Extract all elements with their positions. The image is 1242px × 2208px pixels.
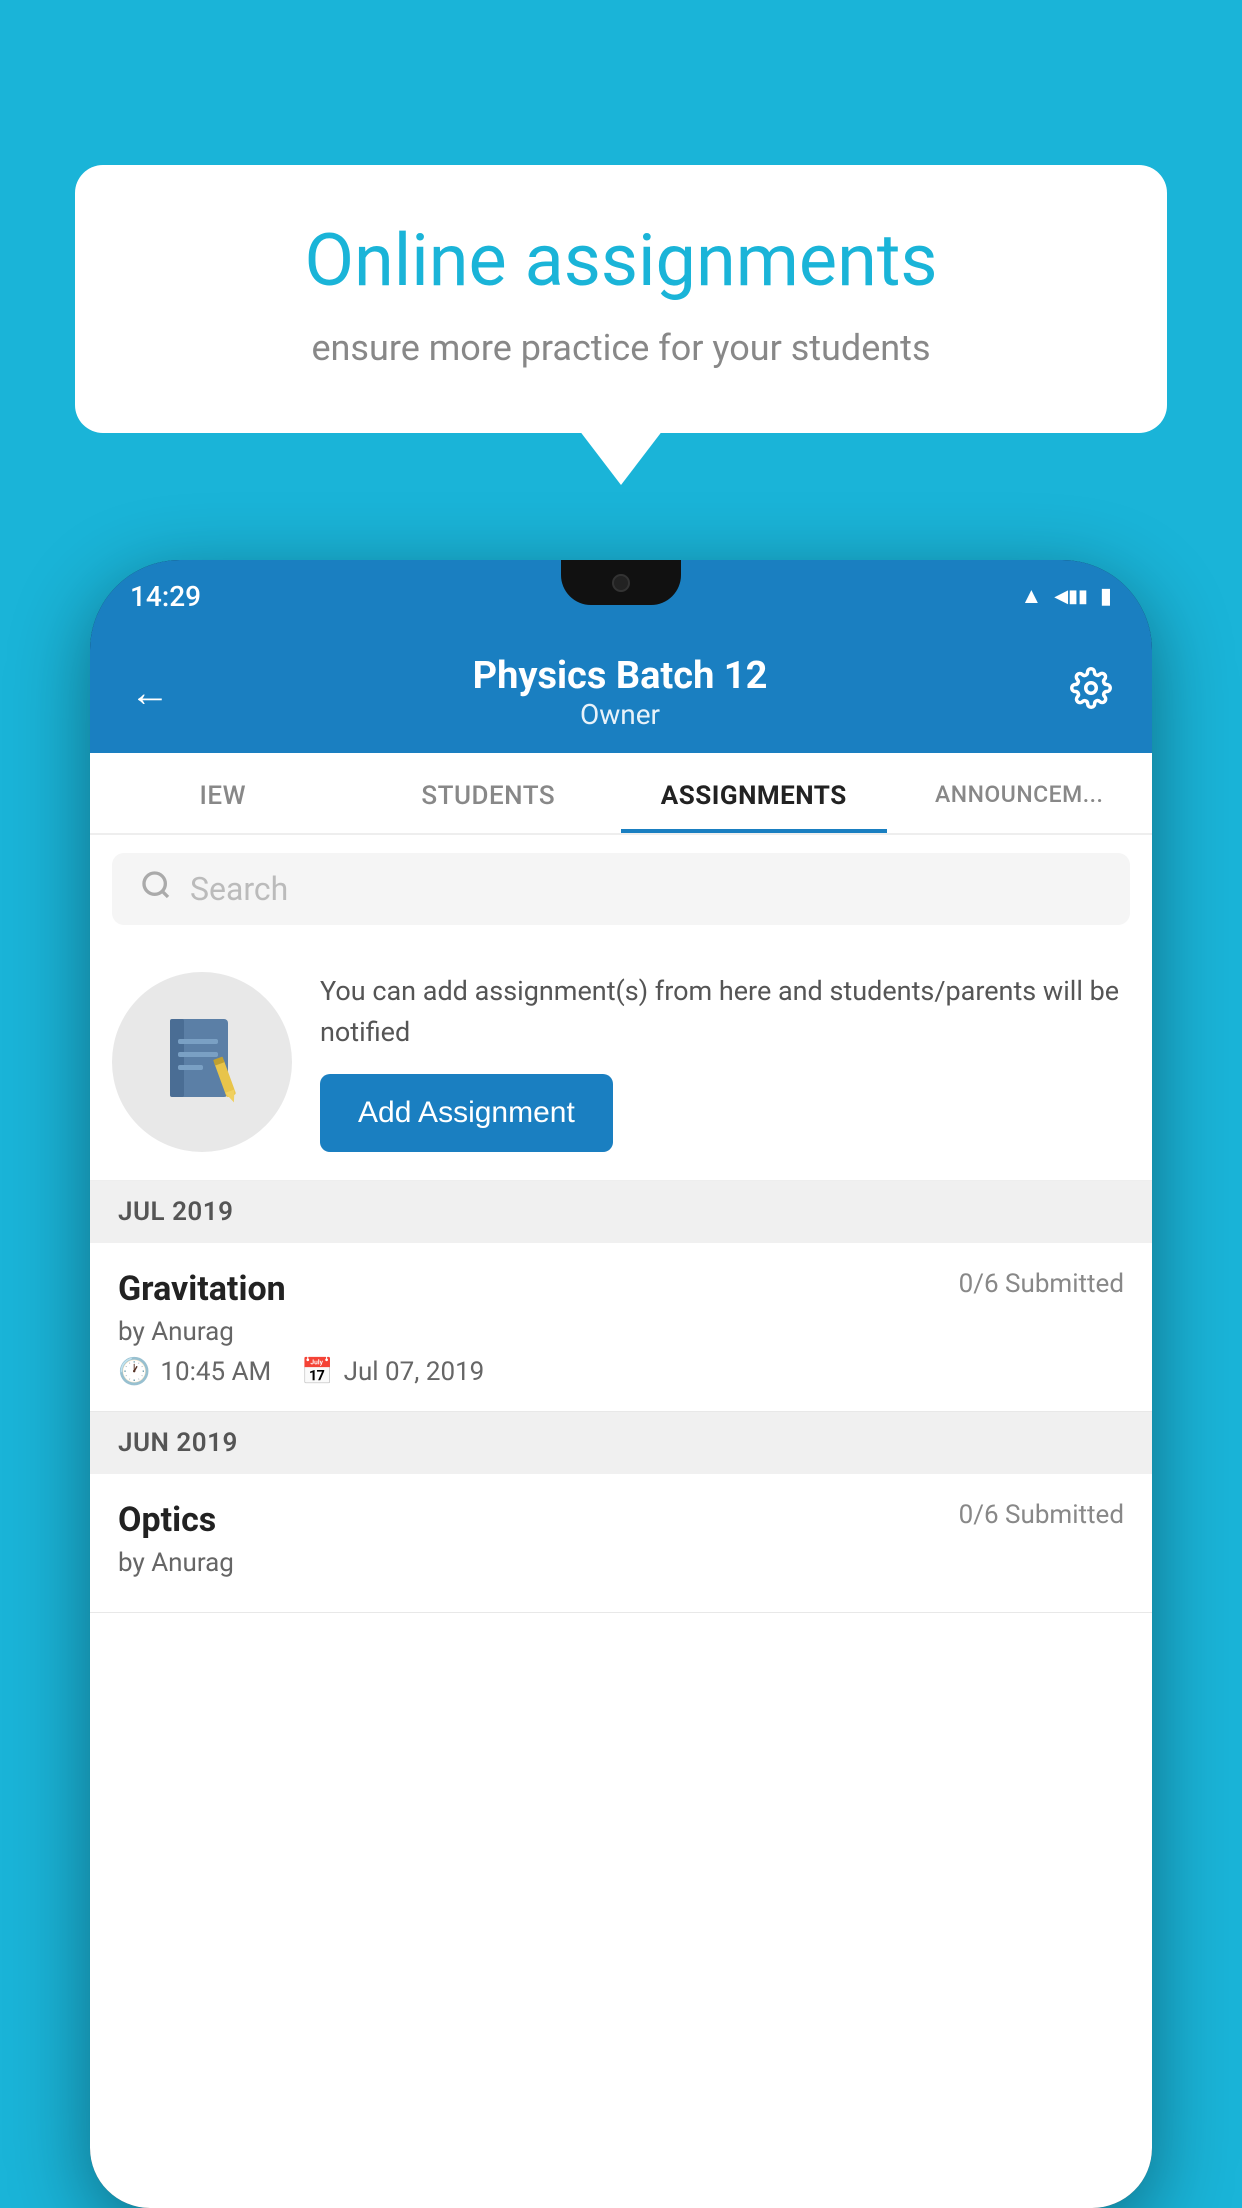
battery-icon: ▮	[1100, 584, 1112, 609]
speech-bubble-container: Online assignments ensure more practice …	[75, 165, 1167, 433]
notch	[561, 560, 681, 605]
header-subtitle: Owner	[473, 698, 768, 731]
camera	[612, 574, 630, 592]
wifi-icon: ▲	[1020, 583, 1042, 609]
speech-bubble: Online assignments ensure more practice …	[75, 165, 1167, 433]
header-title: Physics Batch 12	[473, 654, 768, 698]
tabs-bar: IEW STUDENTS ASSIGNMENTS ANNOUNCEM...	[90, 753, 1152, 835]
assignment-item-gravitation[interactable]: Gravitation 0/6 Submitted by Anurag 🕐 10…	[90, 1243, 1152, 1412]
tab-announcements[interactable]: ANNOUNCEM...	[887, 753, 1153, 833]
assignment-time: 10:45 AM	[160, 1357, 271, 1387]
assignment-time-item: 🕐 10:45 AM	[118, 1357, 271, 1387]
assignment-name-optics: Optics	[118, 1500, 216, 1540]
bubble-title: Online assignments	[145, 220, 1097, 303]
add-assignment-button[interactable]: Add Assignment	[320, 1074, 613, 1152]
calendar-icon: 📅	[301, 1357, 333, 1387]
assignment-header-optics: Optics 0/6 Submitted	[118, 1500, 1124, 1540]
tab-students[interactable]: STUDENTS	[356, 753, 622, 833]
status-icons: ▲ ◀▮▮ ▮	[1020, 583, 1112, 609]
app-header: ← Physics Batch 12 Owner	[90, 632, 1152, 753]
section-jun-2019: JUN 2019	[90, 1412, 1152, 1474]
search-bar[interactable]: Search	[112, 853, 1130, 925]
signal-icon: ◀▮▮	[1054, 586, 1088, 607]
phone-frame: 14:29 ▲ ◀▮▮ ▮ ← Physics Batch 12 Owner I…	[90, 560, 1152, 2208]
promo-description: You can add assignment(s) from here and …	[320, 971, 1124, 1052]
clock-icon: 🕐	[118, 1357, 150, 1387]
status-time: 14:29	[130, 580, 201, 613]
assignment-name: Gravitation	[118, 1269, 286, 1309]
back-button[interactable]: ←	[130, 669, 170, 716]
assignment-by-optics: by Anurag	[118, 1548, 1124, 1578]
assignment-date: Jul 07, 2019	[344, 1357, 485, 1387]
settings-button[interactable]	[1070, 667, 1112, 719]
assignment-item-optics[interactable]: Optics 0/6 Submitted by Anurag	[90, 1474, 1152, 1613]
header-center: Physics Batch 12 Owner	[473, 654, 768, 731]
notebook-icon	[160, 1014, 245, 1109]
assignment-submitted: 0/6 Submitted	[959, 1269, 1124, 1299]
assignment-header: Gravitation 0/6 Submitted	[118, 1269, 1124, 1309]
assignment-date-item: 📅 Jul 07, 2019	[301, 1357, 484, 1387]
bubble-subtitle: ensure more practice for your students	[145, 323, 1097, 373]
assignment-submitted-optics: 0/6 Submitted	[959, 1500, 1124, 1530]
assignment-by: by Anurag	[118, 1317, 1124, 1347]
promo-text-area: You can add assignment(s) from here and …	[320, 971, 1124, 1152]
search-placeholder: Search	[190, 870, 288, 908]
search-bar-container: Search	[90, 835, 1152, 943]
status-bar: 14:29 ▲ ◀▮▮ ▮	[90, 560, 1152, 632]
search-icon	[140, 869, 172, 909]
tab-iew[interactable]: IEW	[90, 753, 356, 833]
phone-content: Search You can add ass	[90, 835, 1152, 2208]
promo-icon-circle	[112, 972, 292, 1152]
tab-assignments[interactable]: ASSIGNMENTS	[621, 753, 887, 833]
add-assignment-promo: You can add assignment(s) from here and …	[90, 943, 1152, 1181]
assignment-meta: 🕐 10:45 AM 📅 Jul 07, 2019	[118, 1357, 1124, 1387]
section-jul-2019: JUL 2019	[90, 1181, 1152, 1243]
